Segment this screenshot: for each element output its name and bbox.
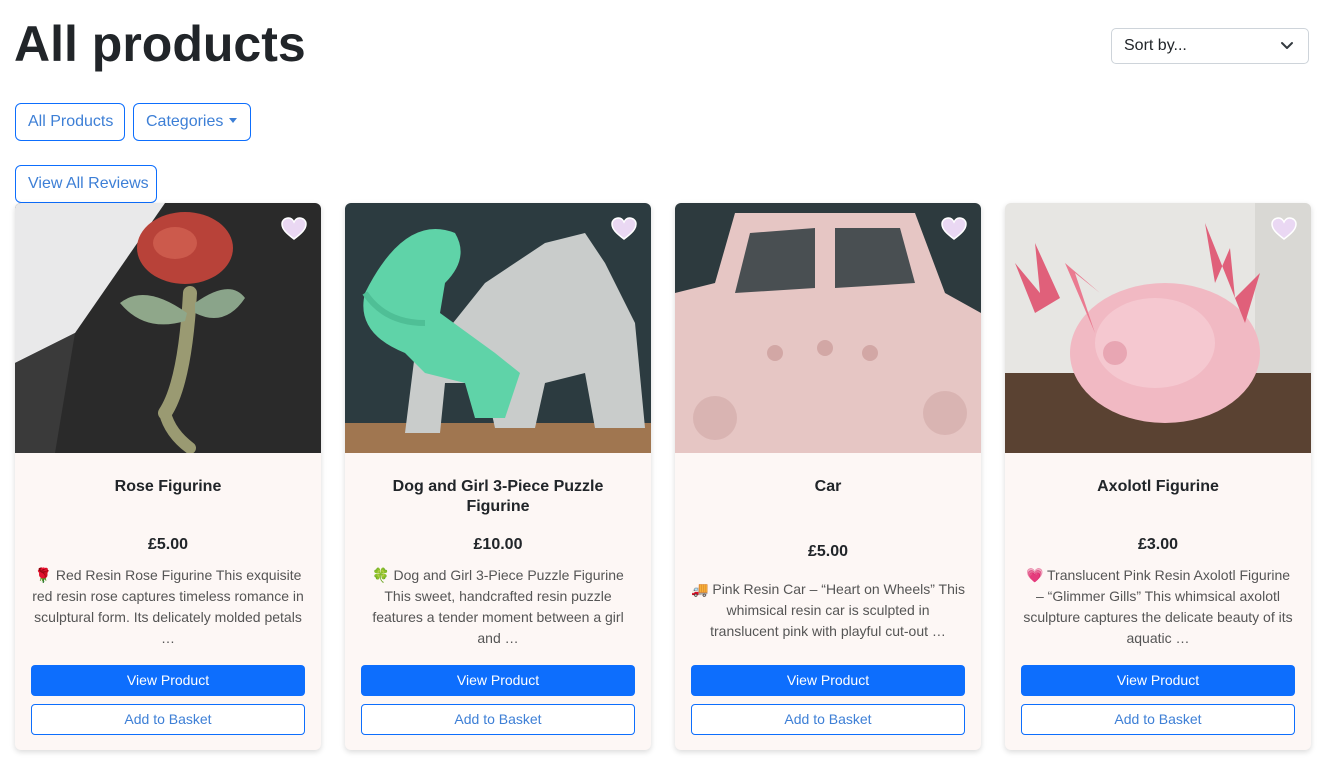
add-to-basket-button[interactable]: Add to Basket — [361, 704, 635, 735]
product-name: Dog and Girl 3-Piece Puzzle Figurine — [392, 478, 604, 515]
product-price: £3.00 — [1137, 536, 1179, 553]
add-to-basket-button[interactable]: Add to Basket — [31, 704, 305, 735]
view-all-reviews-button[interactable]: View All Reviews — [15, 165, 157, 203]
product-description: 🚚 Pink Resin Car – “Heart on Wheels” Thi… — [691, 581, 965, 639]
sort-select[interactable]: Sort by... — [1111, 28, 1309, 64]
categories-label: Categories — [146, 113, 224, 130]
product-image[interactable] — [675, 203, 981, 453]
all-products-button[interactable]: All Products — [15, 103, 125, 141]
heart-icon[interactable] — [281, 217, 307, 241]
heart-icon[interactable] — [1271, 217, 1297, 241]
product-card: Axolotl Figurine £3.00 💗 Translucent Pin… — [1005, 203, 1311, 750]
product-name: Rose Figurine — [114, 478, 222, 495]
chevron-down-icon — [1280, 29, 1294, 63]
product-card: Car £5.00 🚚 Pink Resin Car – “Heart on W… — [675, 203, 981, 750]
add-to-basket-button[interactable]: Add to Basket — [1021, 704, 1295, 735]
product-name: Axolotl Figurine — [1097, 478, 1219, 495]
add-to-basket-button[interactable]: Add to Basket — [691, 704, 965, 735]
view-product-button[interactable]: View Product — [1021, 665, 1295, 696]
caret-down-icon — [229, 118, 238, 123]
heart-icon[interactable] — [611, 217, 637, 241]
view-product-button[interactable]: View Product — [691, 665, 965, 696]
page-title: All products — [14, 16, 306, 72]
sort-select-value: Sort by... — [1124, 37, 1187, 54]
product-image[interactable] — [345, 203, 651, 453]
product-card: Dog and Girl 3-Piece Puzzle Figurine £10… — [345, 203, 651, 750]
product-image[interactable] — [1005, 203, 1311, 453]
product-price: £10.00 — [473, 536, 523, 553]
view-product-button[interactable]: View Product — [31, 665, 305, 696]
categories-dropdown-button[interactable]: Categories — [133, 103, 251, 141]
product-price: £5.00 — [807, 543, 849, 560]
product-description: 🍀 Dog and Girl 3-Piece Puzzle Figurine T… — [372, 567, 624, 646]
heart-icon[interactable] — [941, 217, 967, 241]
product-card: Rose Figurine £5.00 🌹 Red Resin Rose Fig… — [15, 203, 321, 750]
product-image[interactable] — [15, 203, 321, 453]
product-name: Car — [814, 478, 842, 495]
product-price: £5.00 — [147, 536, 189, 553]
view-product-button[interactable]: View Product — [361, 665, 635, 696]
product-description: 🌹 Red Resin Rose Figurine This exquisite… — [32, 567, 304, 646]
product-description: 💗 Translucent Pink Resin Axolotl Figurin… — [1023, 567, 1293, 646]
